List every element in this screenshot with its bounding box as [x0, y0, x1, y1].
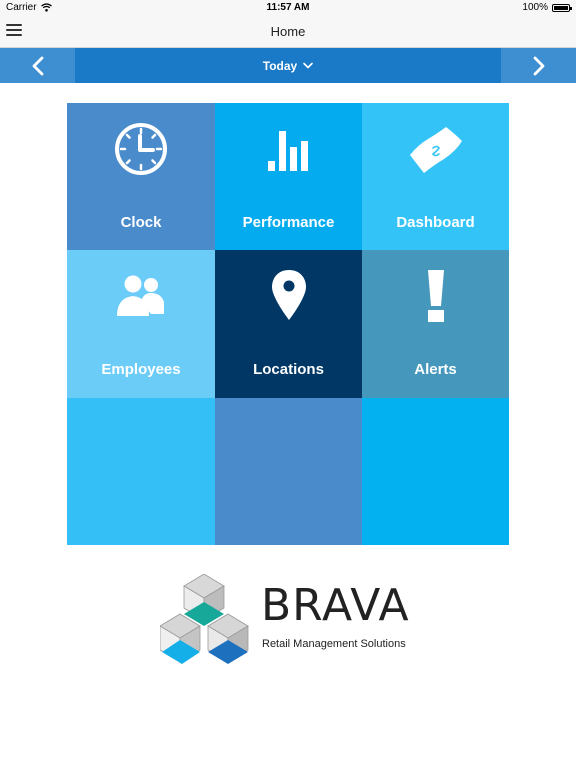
location-pin-icon — [271, 270, 306, 320]
tile-grid: Clock Performance Dashboard Employees Lo… — [67, 103, 509, 545]
tile-alerts[interactable]: Alerts — [362, 250, 509, 398]
tile-employees[interactable]: Employees — [67, 250, 215, 398]
nav-bar: Home — [0, 16, 576, 48]
tile-label: Employees — [101, 361, 181, 378]
date-navigation: Today — [0, 48, 576, 83]
tile-label: Alerts — [414, 361, 457, 378]
status-time: 11:57 AM — [266, 2, 310, 13]
tile-label: Performance — [242, 214, 335, 231]
chevron-right-icon — [533, 56, 544, 75]
previous-date-button[interactable] — [0, 48, 75, 83]
tile-label: Locations — [253, 361, 324, 378]
tile-empty — [215, 398, 362, 545]
clock-icon — [115, 123, 167, 175]
tile-dashboard[interactable]: Dashboard — [362, 103, 509, 250]
bar-chart-icon — [267, 131, 308, 171]
battery-percent: 100% — [522, 2, 548, 13]
tile-label: Clock — [120, 214, 162, 231]
date-label: Today — [262, 58, 298, 73]
date-selector[interactable]: Today — [75, 48, 501, 83]
chevron-down-icon — [303, 62, 314, 69]
brand-wordmark: BRAVA — [261, 580, 410, 631]
page-title: Home — [270, 24, 306, 39]
status-right: 100% — [522, 2, 572, 13]
money-icon — [409, 127, 462, 173]
battery-icon — [552, 3, 572, 12]
tile-empty — [362, 398, 509, 545]
tile-label: Dashboard — [396, 214, 475, 231]
users-icon — [117, 275, 164, 316]
tile-clock[interactable]: Clock — [67, 103, 215, 250]
status-bar: Carrier 11:57 AM 100% — [0, 0, 576, 16]
cube-logo-icon — [160, 574, 249, 664]
next-date-button[interactable] — [501, 48, 576, 83]
tile-performance[interactable]: Performance — [215, 103, 362, 250]
tile-empty — [67, 398, 215, 545]
brand-logo: BRAVA Retail Management Solutions — [160, 574, 420, 666]
tile-locations[interactable]: Locations — [215, 250, 362, 398]
exclamation-icon — [427, 270, 444, 322]
chevron-left-icon — [32, 56, 43, 75]
brand-tagline: Retail Management Solutions — [262, 638, 406, 650]
